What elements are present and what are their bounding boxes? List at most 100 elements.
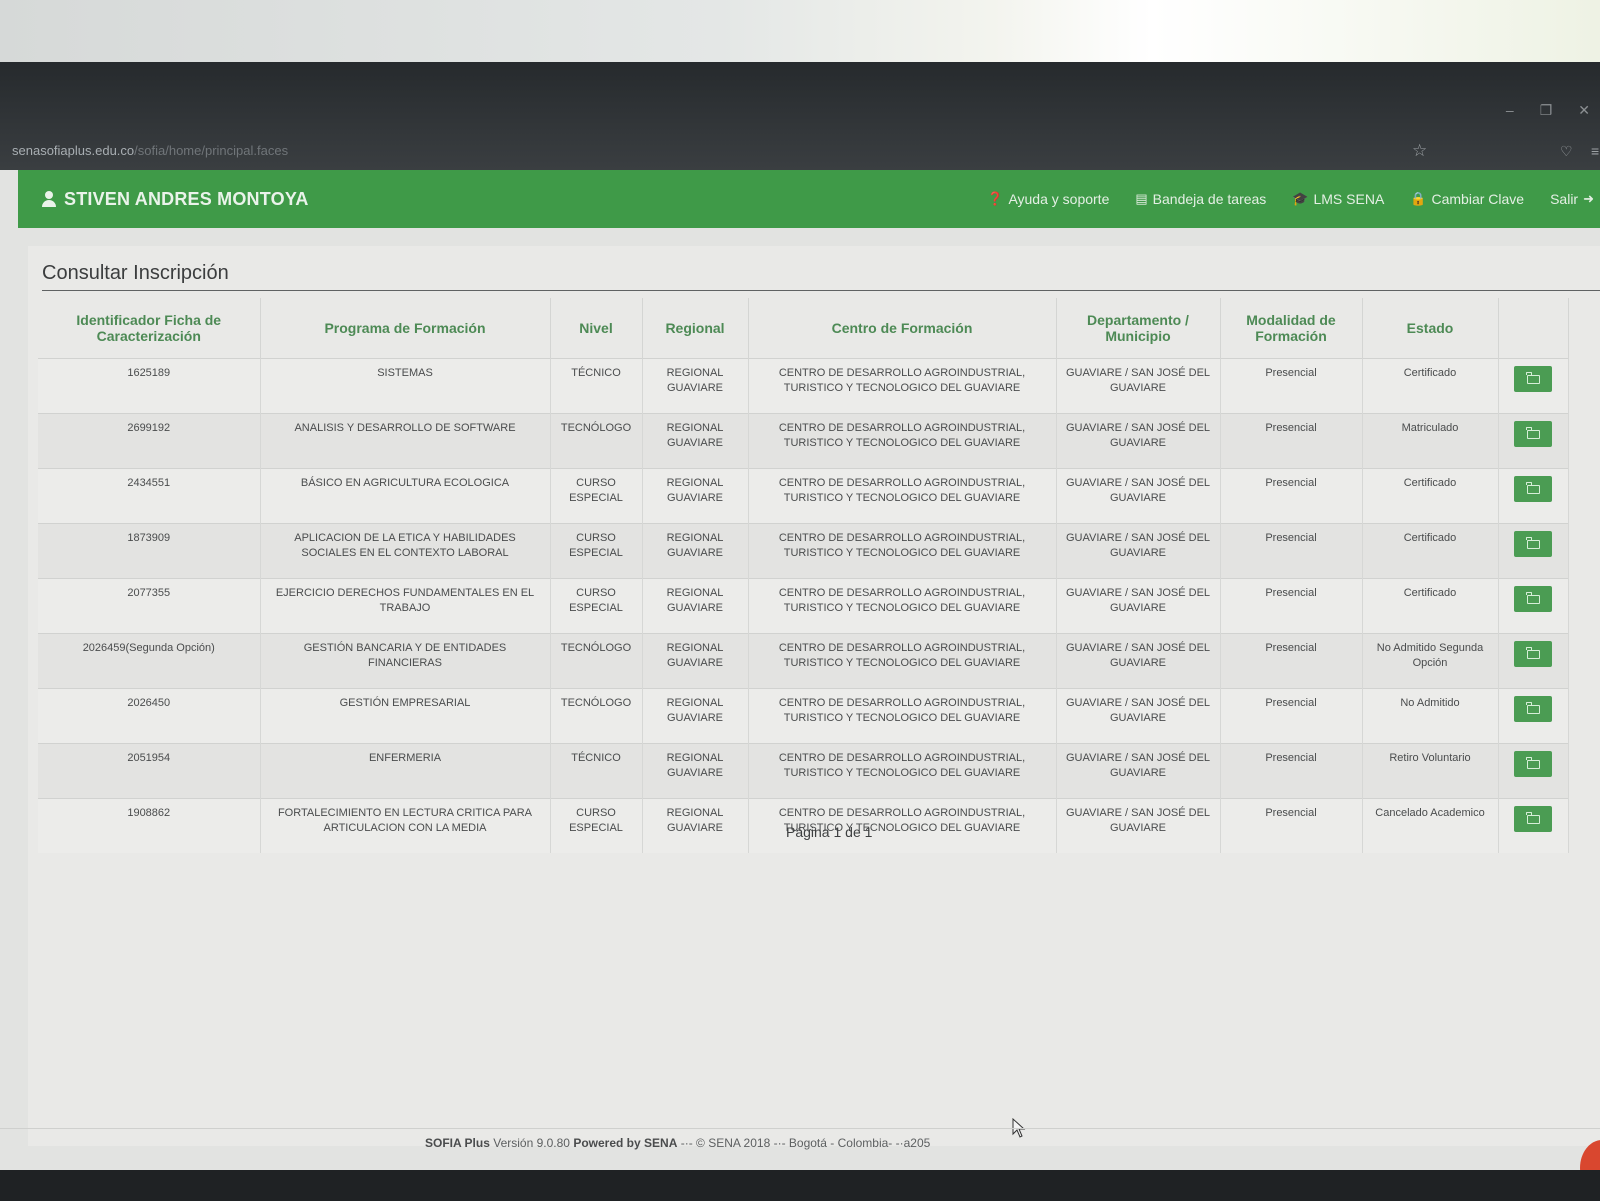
cell-nivel: CURSO ESPECIAL bbox=[550, 523, 643, 579]
cell-estado: Matriculado bbox=[1362, 413, 1499, 469]
cell-programa: FORTALECIMIENTO EN LECTURA CRITICA PARA … bbox=[260, 798, 551, 853]
question-circle-icon: ❓ bbox=[987, 191, 1004, 206]
cell-departamento: GUAVIARE / SAN JOSÉ DEL GUAVIARE bbox=[1056, 468, 1221, 524]
cell-programa: ENFERMERIA bbox=[260, 743, 551, 799]
cell-centro: CENTRO DE DESARROLLO AGROINDUSTRIAL, TUR… bbox=[748, 413, 1057, 469]
title-divider bbox=[42, 290, 1600, 291]
cell-action bbox=[1498, 688, 1569, 744]
open-folder-button[interactable] bbox=[1514, 806, 1552, 832]
column-header[interactable]: Regional bbox=[642, 298, 749, 359]
table-header-row: Identificador Ficha de Caracterización P… bbox=[38, 298, 1569, 359]
cell-regional: REGIONAL GUAVIARE bbox=[642, 468, 749, 524]
cell-ficha: 2026450 bbox=[38, 688, 261, 744]
top-navbar: STIVEN ANDRES MONTOYA ❓ Ayuda y soporte … bbox=[18, 170, 1600, 228]
cell-departamento: GUAVIARE / SAN JOSÉ DEL GUAVIARE bbox=[1056, 798, 1221, 853]
cell-nivel: CURSO ESPECIAL bbox=[550, 578, 643, 634]
cell-modalidad: Presencial bbox=[1220, 633, 1363, 689]
restore-icon[interactable]: ❐ bbox=[1540, 102, 1553, 119]
bottom-bezel bbox=[0, 1170, 1600, 1201]
column-header-actions bbox=[1498, 298, 1569, 359]
column-header[interactable]: Programa de Formación bbox=[260, 298, 551, 359]
star-icon[interactable]: ☆ bbox=[1412, 141, 1427, 161]
cell-regional: REGIONAL GUAVIARE bbox=[642, 523, 749, 579]
cell-nivel: TÉCNICO bbox=[550, 743, 643, 799]
cell-ficha: 2026459(Segunda Opción) bbox=[38, 633, 261, 689]
open-folder-button[interactable] bbox=[1514, 366, 1552, 392]
cell-action bbox=[1498, 798, 1569, 853]
cell-programa: SISTEMAS bbox=[260, 358, 551, 414]
table-row: 1873909 APLICACION DE LA ETICA Y HABILID… bbox=[38, 523, 1569, 579]
nav-ayuda-soporte[interactable]: ❓ Ayuda y soporte bbox=[987, 191, 1109, 207]
cell-ficha: 1908862 bbox=[38, 798, 261, 853]
url-path: /sofia/home/principal.faces bbox=[134, 143, 289, 158]
open-folder-button[interactable] bbox=[1514, 476, 1552, 502]
table-row: 2434551 BÁSICO EN AGRICULTURA ECOLOGICA … bbox=[38, 468, 1569, 524]
cell-modalidad: Presencial bbox=[1220, 523, 1363, 579]
cell-action bbox=[1498, 633, 1569, 689]
folder-icon bbox=[1526, 481, 1540, 494]
cell-estado: Retiro Voluntario bbox=[1362, 743, 1499, 799]
cell-estado: Certificado bbox=[1362, 578, 1499, 634]
open-folder-button[interactable] bbox=[1514, 421, 1552, 447]
cell-modalidad: Presencial bbox=[1220, 688, 1363, 744]
lock-icon: 🔒 bbox=[1410, 191, 1427, 206]
address-bar[interactable]: senasofiaplus.edu.co/sofia/home/principa… bbox=[0, 138, 1392, 164]
folder-icon bbox=[1526, 371, 1540, 384]
cell-ficha: 2434551 bbox=[38, 468, 261, 524]
cell-nivel: CURSO ESPECIAL bbox=[550, 798, 643, 853]
table-row: 2699192 ANALISIS Y DESARROLLO DE SOFTWAR… bbox=[38, 413, 1569, 469]
window-controls: – ❐ ✕ bbox=[1506, 102, 1590, 119]
user-menu: STIVEN ANDRES MONTOYA bbox=[42, 189, 309, 210]
cell-estado: No Admitido bbox=[1362, 688, 1499, 744]
cell-centro: CENTRO DE DESARROLLO AGROINDUSTRIAL, TUR… bbox=[748, 468, 1057, 524]
cell-nivel: TÉCNICO bbox=[550, 358, 643, 414]
cell-programa: GESTIÓN BANCARIA Y DE ENTIDADES FINANCIE… bbox=[260, 633, 551, 689]
cell-estado: Certificado bbox=[1362, 358, 1499, 414]
close-icon[interactable]: ✕ bbox=[1578, 102, 1590, 119]
cell-regional: REGIONAL GUAVIARE bbox=[642, 743, 749, 799]
cell-action bbox=[1498, 468, 1569, 524]
footer-rest: -·- © SENA 2018 -·- Bogotá - Colombia- -… bbox=[680, 1136, 931, 1150]
table-row: 2051954 ENFERMERIA TÉCNICO REGIONAL GUAV… bbox=[38, 743, 1569, 799]
folder-icon bbox=[1526, 646, 1540, 659]
cell-programa: GESTIÓN EMPRESARIAL bbox=[260, 688, 551, 744]
cell-departamento: GUAVIARE / SAN JOSÉ DEL GUAVIARE bbox=[1056, 358, 1221, 414]
cell-centro: CENTRO DE DESARROLLO AGROINDUSTRIAL, TUR… bbox=[748, 523, 1057, 579]
open-folder-button[interactable] bbox=[1514, 751, 1552, 777]
pocket-icon[interactable]: ♡ bbox=[1560, 143, 1573, 160]
column-header[interactable]: Departamento / Municipio bbox=[1056, 298, 1221, 359]
folder-icon bbox=[1526, 591, 1540, 604]
column-header[interactable]: Estado bbox=[1362, 298, 1499, 359]
minimize-icon[interactable]: – bbox=[1506, 102, 1514, 119]
cell-departamento: GUAVIARE / SAN JOSÉ DEL GUAVIARE bbox=[1056, 413, 1221, 469]
column-header[interactable]: Identificador Ficha de Caracterización bbox=[38, 298, 261, 359]
open-folder-button[interactable] bbox=[1514, 641, 1552, 667]
open-folder-button[interactable] bbox=[1514, 586, 1552, 612]
nav-lms-sena[interactable]: 🎓 LMS SENA bbox=[1292, 191, 1384, 207]
cell-action bbox=[1498, 578, 1569, 634]
menu-icon[interactable]: ≡ bbox=[1591, 143, 1599, 159]
footer-version: Versión 9.0.80 bbox=[493, 1136, 570, 1150]
nav-bandeja-tareas[interactable]: ▤ Bandeja de tareas bbox=[1135, 191, 1266, 207]
folder-icon bbox=[1526, 701, 1540, 714]
cell-estado: No Admitido Segunda Opción bbox=[1362, 633, 1499, 689]
cell-ficha: 2077355 bbox=[38, 578, 261, 634]
background-wall bbox=[0, 0, 1600, 70]
folder-icon bbox=[1526, 811, 1540, 824]
user-name: STIVEN ANDRES MONTOYA bbox=[64, 188, 309, 209]
column-header[interactable]: Nivel bbox=[550, 298, 643, 359]
table-row: 2026450 GESTIÓN EMPRESARIAL TECNÓLOGO RE… bbox=[38, 688, 1569, 744]
cell-ficha: 2699192 bbox=[38, 413, 261, 469]
column-header[interactable]: Centro de Formación bbox=[748, 298, 1057, 359]
cell-departamento: GUAVIARE / SAN JOSÉ DEL GUAVIARE bbox=[1056, 578, 1221, 634]
open-folder-button[interactable] bbox=[1514, 531, 1552, 557]
open-folder-button[interactable] bbox=[1514, 696, 1552, 722]
nav-salir[interactable]: Salir ➜ bbox=[1550, 191, 1594, 207]
footer-brand: SOFIA Plus bbox=[425, 1136, 490, 1150]
nav-cambiar-clave[interactable]: 🔒 Cambiar Clave bbox=[1410, 191, 1524, 207]
cell-centro: CENTRO DE DESARROLLO AGROINDUSTRIAL, TUR… bbox=[748, 358, 1057, 414]
cell-action bbox=[1498, 358, 1569, 414]
column-header[interactable]: Modalidad de Formación bbox=[1220, 298, 1363, 359]
cell-centro: CENTRO DE DESARROLLO AGROINDUSTRIAL, TUR… bbox=[748, 633, 1057, 689]
user-icon bbox=[42, 191, 56, 207]
